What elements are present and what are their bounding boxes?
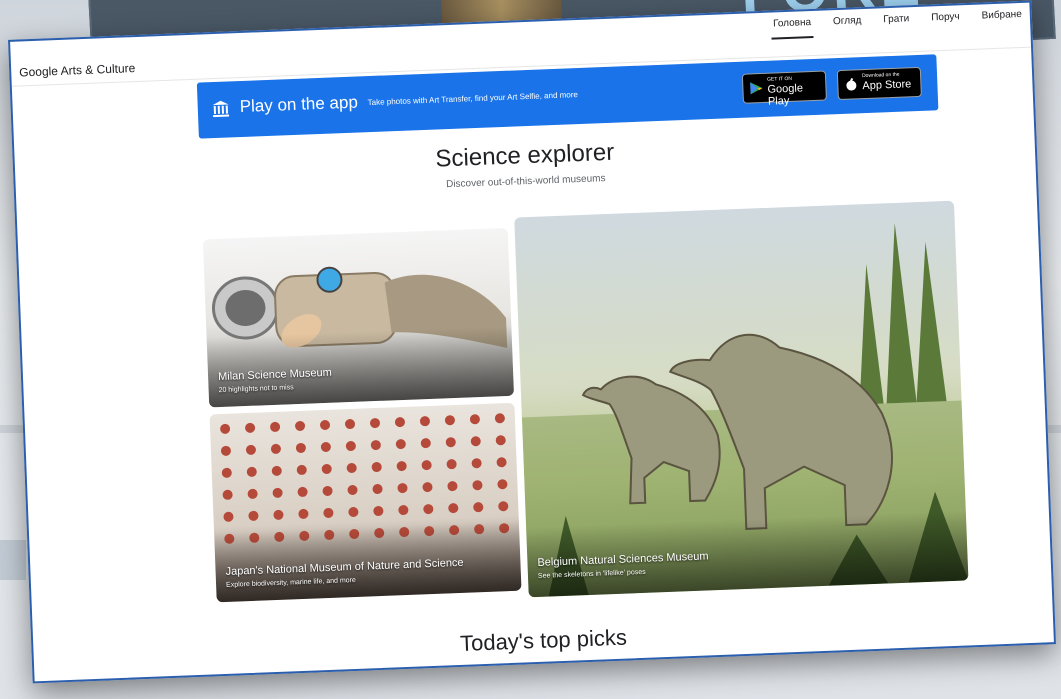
google-play-label: Google Play (767, 82, 804, 108)
app-store-button[interactable]: Download on the App Store (836, 66, 922, 101)
site-logo[interactable]: Google Arts & Culture (19, 61, 136, 79)
google-play-button[interactable]: GET IT ON Google Play (741, 70, 827, 108)
app-store-label: App Store (862, 78, 912, 93)
nav-item-home[interactable]: Головна (770, 12, 814, 40)
banner-title: Play on the app (239, 92, 359, 117)
banner-subtitle: Take photos with Art Transfer, find your… (367, 90, 579, 108)
google-play-icon (750, 82, 763, 95)
card-shade (206, 325, 515, 408)
card-milan-science-museum[interactable]: Milan Science Museum 20 highlights not t… (202, 227, 515, 408)
nav-item-nearby[interactable]: Поруч (929, 7, 962, 33)
card-belgium-natural-sciences-museum[interactable]: Belgium Natural Sciences Museum See the … (514, 200, 969, 598)
card-japan-national-museum[interactable]: Japan's National Museum of Nature and Sc… (209, 402, 522, 603)
browser-window: Google Arts & Culture Головна Огляд Грат… (8, 0, 1056, 684)
museum-icon (212, 100, 230, 118)
google-play-small-label: GET IT ON (766, 75, 793, 83)
nav-item-favorites[interactable]: Вибране (979, 5, 1024, 32)
nav-item-play[interactable]: Грати (881, 9, 912, 35)
main-nav: Головна Огляд Грати Поруч Вибране (770, 5, 1025, 40)
apple-icon (846, 77, 857, 91)
nav-item-explore[interactable]: Огляд (831, 11, 864, 37)
